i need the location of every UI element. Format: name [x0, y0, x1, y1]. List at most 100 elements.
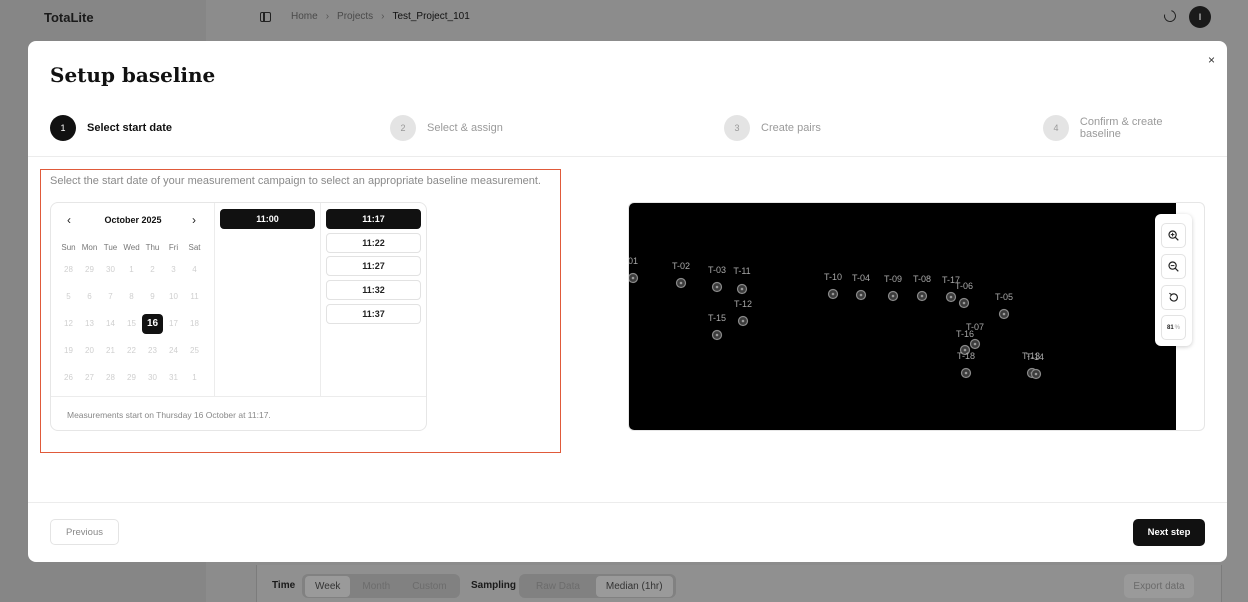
step-number: 1: [50, 115, 76, 141]
calendar-day[interactable]: 22: [121, 341, 142, 361]
calendar-header: ‹ October 2025 ›: [51, 213, 215, 229]
calendar-day[interactable]: 26: [58, 368, 79, 388]
sensor-t-06[interactable]: T-06: [955, 281, 973, 309]
export-data-button[interactable]: Export data: [1124, 574, 1194, 598]
minute-option[interactable]: 11:32: [326, 280, 421, 300]
close-icon[interactable]: ×: [1208, 53, 1215, 67]
zoom-out-icon: [1168, 261, 1179, 272]
calendar-day[interactable]: 23: [142, 341, 163, 361]
calendar-day[interactable]: 28: [100, 368, 121, 388]
sensor-t-18[interactable]: T-18: [957, 351, 975, 379]
reset-view-button[interactable]: [1161, 285, 1186, 310]
zoom-out-button[interactable]: [1161, 254, 1186, 279]
calendar-day[interactable]: 11: [184, 287, 205, 307]
divider: [28, 156, 1227, 157]
calendar-day[interactable]: 15: [121, 314, 142, 334]
calendar-day[interactable]: 13: [79, 314, 100, 334]
calendar-day[interactable]: 31: [163, 368, 184, 388]
date-time-picker: ‹ October 2025 › Sun Mon Tue Wed Thu Fri Sat 28…: [50, 202, 427, 431]
time-option-custom[interactable]: Custom: [402, 576, 456, 597]
time-option-week[interactable]: Week: [305, 575, 351, 597]
calendar-day[interactable]: 9: [142, 287, 163, 307]
chevron-right-icon[interactable]: ›: [192, 213, 196, 227]
calendar-day[interactable]: 3: [163, 260, 184, 280]
sensor-t-09[interactable]: T-09: [884, 274, 902, 302]
calendar-day[interactable]: 18: [184, 314, 205, 334]
calendar-day[interactable]: 27: [79, 368, 100, 388]
sensor-t-05[interactable]: T-05: [995, 292, 1013, 320]
calendar-day[interactable]: 7: [100, 287, 121, 307]
chevron-right-icon: ›: [325, 11, 330, 22]
calendar-day[interactable]: 30: [100, 260, 121, 280]
sensor-marker-center: [949, 295, 953, 299]
sensor-t-02[interactable]: T-02: [672, 261, 690, 289]
step-1[interactable]: 1 Select start date: [50, 115, 172, 141]
sensor-label: T-05: [995, 292, 1013, 302]
next-step-button[interactable]: Next step: [1133, 519, 1205, 546]
sensor-t-01[interactable]: T-01: [629, 256, 639, 284]
calendar-day[interactable]: 8: [121, 287, 142, 307]
calendar-day[interactable]: 12: [58, 314, 79, 334]
calendar-day[interactable]: 1: [121, 260, 142, 280]
calendar-day[interactable]: 6: [79, 287, 100, 307]
time-segmented-control: Week Month Custom: [302, 574, 460, 598]
sidebar-toggle-icon[interactable]: [260, 11, 271, 22]
sensor-marker-center: [964, 371, 968, 375]
calendar-day[interactable]: 20: [79, 341, 100, 361]
step-number: 3: [724, 115, 750, 141]
calendar-day[interactable]: 1: [184, 368, 205, 388]
calendar-day[interactable]: 28: [58, 260, 79, 280]
step-3[interactable]: 3 Create pairs: [724, 115, 821, 141]
calendar-day[interactable]: 30: [142, 368, 163, 388]
sensor-t-03[interactable]: T-03: [708, 265, 726, 293]
calendar-day[interactable]: 25: [184, 341, 205, 361]
sensor-t-15[interactable]: T-15: [708, 313, 726, 341]
calendar-day[interactable]: 19: [58, 341, 79, 361]
minute-option[interactable]: 11:22: [326, 233, 421, 253]
zoom-unit: %: [1174, 324, 1181, 331]
sensor-t-04[interactable]: T-04: [852, 273, 870, 301]
breadcrumb-projects[interactable]: Projects: [337, 11, 373, 22]
previous-button[interactable]: Previous: [50, 519, 119, 545]
selected-day[interactable]: 16: [142, 314, 163, 334]
step-2[interactable]: 2 Select & assign: [390, 115, 503, 141]
map-canvas[interactable]: T-01 T-02 T-03 T-11 T-12 T-15 T-10 T-04 T-09 T-08…: [629, 203, 1176, 430]
sensor-marker-center: [715, 285, 719, 289]
sensor-t-10[interactable]: T-10: [824, 272, 842, 300]
sensor-marker-center: [1002, 312, 1006, 316]
weekday-header: Wed: [123, 243, 140, 252]
calendar-day[interactable]: 21: [100, 341, 121, 361]
sensor-t-08[interactable]: T-08: [913, 274, 931, 302]
calendar-day[interactable]: 24: [163, 341, 184, 361]
step-4[interactable]: 4 Confirm & create baseline: [1043, 115, 1206, 141]
sensor-t-12[interactable]: T-12: [734, 299, 752, 327]
calendar-month: October 2025: [104, 215, 162, 225]
divider: [28, 502, 1227, 503]
time-option-month[interactable]: Month: [352, 576, 400, 597]
sensor-t-11[interactable]: T-11: [733, 266, 751, 295]
calendar-day[interactable]: 5: [58, 287, 79, 307]
avatar[interactable]: I: [1189, 6, 1211, 28]
calendar-day[interactable]: 10: [163, 287, 184, 307]
sensor-map[interactable]: T-01 T-02 T-03 T-11 T-12 T-15 T-10 T-04 T-09 T-08…: [628, 202, 1205, 431]
calendar-day[interactable]: 2: [142, 260, 163, 280]
sensor-marker-center: [920, 294, 924, 298]
sampling-option-median[interactable]: Median (1hr): [595, 575, 673, 597]
sampling-segmented-control: Raw Data Median (1hr): [519, 574, 676, 598]
hour-option[interactable]: 11:00: [220, 209, 315, 229]
zoom-in-button[interactable]: [1161, 223, 1186, 248]
breadcrumb-home[interactable]: Home: [291, 11, 318, 22]
calendar-day[interactable]: 14: [100, 314, 121, 334]
sensor-label: T-08: [913, 274, 931, 284]
sampling-option-raw[interactable]: Raw Data: [522, 576, 594, 597]
calendar-day[interactable]: 29: [121, 368, 142, 388]
minute-option[interactable]: 11:37: [326, 304, 421, 324]
calendar-day[interactable]: 4: [184, 260, 205, 280]
minute-option[interactable]: 11:17: [326, 209, 421, 229]
zoom-in-icon: [1168, 230, 1179, 241]
calendar-day[interactable]: 29: [79, 260, 100, 280]
minute-option[interactable]: 11:27: [326, 256, 421, 276]
breadcrumb-project: Test_Project_101: [392, 11, 470, 22]
calendar-day[interactable]: 17: [163, 314, 184, 334]
rotate-ccw-icon: [1169, 292, 1178, 302]
